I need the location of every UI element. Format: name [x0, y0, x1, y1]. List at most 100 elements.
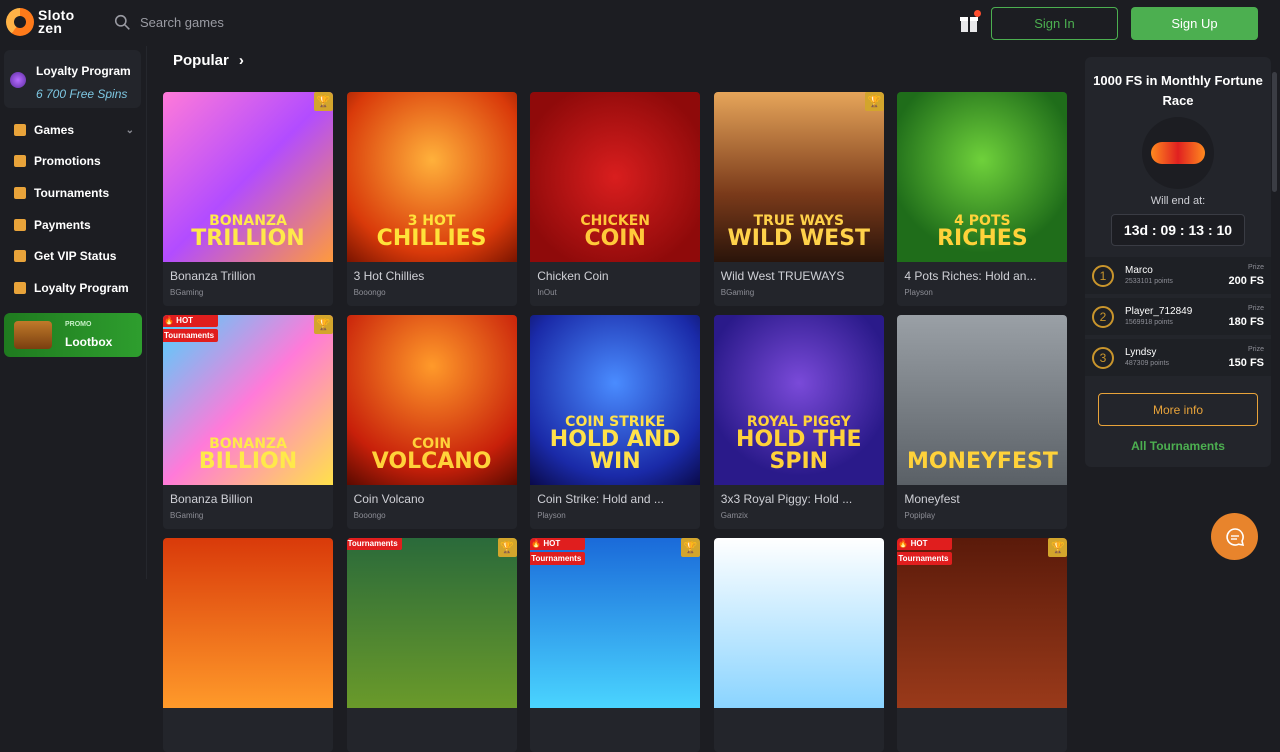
- game-card[interactable]: 🏆 🔥 HOT Tournaments: [897, 538, 1068, 752]
- sidebar-item-vip[interactable]: Get VIP Status: [0, 240, 146, 272]
- game-thumbnail[interactable]: [713, 538, 884, 708]
- sidebar-item-label: Promotions: [34, 154, 101, 169]
- game-thumbnail[interactable]: [163, 538, 333, 708]
- game-thumbnail[interactable]: CHICKEN COIN: [530, 92, 701, 262]
- logo[interactable]: Sloto zen: [6, 8, 75, 36]
- game-art-bottom: WILD WEST: [727, 226, 871, 251]
- badge: Tournaments: [346, 538, 402, 550]
- sidebar-item-payments[interactable]: Payments: [0, 209, 146, 241]
- game-thumbnail[interactable]: 3 HOT CHILLIES: [346, 92, 517, 262]
- trophy-icon: 🏆: [864, 92, 884, 111]
- game-art-bottom: HOLD THE SPIN: [736, 427, 862, 474]
- sidebar-item-promotions[interactable]: Promotions: [0, 146, 146, 178]
- badge: 🔥 HOT: [530, 538, 586, 550]
- rank-badge: 2: [1092, 306, 1114, 328]
- player-name: Lyndsy: [1125, 347, 1157, 358]
- game-card[interactable]: 🏆 🔥 HOT Tournaments: [530, 538, 701, 752]
- prize-label: Prize: [1248, 264, 1264, 271]
- tournament-panel: 1000 FS in Monthly Fortune Race Will end…: [1085, 57, 1271, 467]
- scrollbar[interactable]: [1272, 50, 1278, 579]
- sidebar-item-tournaments[interactable]: Tournaments: [0, 177, 146, 209]
- game-thumbnail[interactable]: TRUE WAYS WILD WEST: [713, 92, 884, 262]
- trophy-icon: 🏆: [681, 538, 701, 557]
- player-points: 487309 points: [1125, 360, 1169, 367]
- badge: Tournaments: [897, 552, 953, 565]
- game-card[interactable]: 4 POTS RICHES 4 Pots Riches: Hold an... Pla…: [897, 92, 1068, 306]
- game-thumbnail[interactable]: COIN STRIKE HOLD AND WIN: [530, 315, 701, 485]
- tournament-logo: [1142, 117, 1214, 189]
- game-art-text: CHICKEN COIN: [530, 214, 700, 250]
- game-card[interactable]: ROYAL PIGGY HOLD THE SPIN 3x3 Royal Piggy:…: [713, 315, 884, 529]
- game-card[interactable]: COIN STRIKE HOLD AND WIN Coin Strike: Hold…: [530, 315, 701, 529]
- sidebar-item-label: Games: [34, 122, 75, 137]
- lootbox-button[interactable]: PROMO Lootbox: [4, 313, 142, 357]
- search-input[interactable]: Search games: [114, 14, 224, 31]
- game-art-bottom: BILLION: [198, 449, 298, 474]
- game-badges: 🔥 HOT Tournaments: [163, 315, 219, 342]
- game-name: Coin Volcano: [353, 492, 425, 506]
- badge: Tournaments: [530, 552, 586, 565]
- game-thumbnail[interactable]: ROYAL PIGGY HOLD THE SPIN: [713, 315, 884, 485]
- game-art-text: BONANZA TRILLION: [163, 214, 333, 250]
- game-card[interactable]: BONANZA TRILLION Bonanza Trillion BGaming 🏆: [163, 92, 333, 306]
- game-name: Moneyfest: [904, 492, 960, 506]
- sidebar-item-label: Loyalty Program: [34, 280, 129, 295]
- sidebar-item-loyalty[interactable]: Loyalty Program: [0, 272, 146, 304]
- game-card[interactable]: 3 HOT CHILLIES 3 Hot Chillies Booongo: [346, 92, 517, 306]
- badge: Tournaments: [163, 329, 219, 342]
- game-name: Wild West TRUEWAYS: [720, 269, 845, 283]
- game-card[interactable]: [163, 538, 333, 752]
- game-thumbnail[interactable]: MONEYFEST: [897, 315, 1068, 485]
- game-art-text: TRUE WAYS WILD WEST: [714, 214, 884, 250]
- game-thumbnail[interactable]: COIN VOLCANO: [346, 315, 517, 485]
- game-card[interactable]: [713, 538, 884, 752]
- prize-value: 180 FS: [1228, 316, 1264, 328]
- game-provider: Gamzix: [720, 511, 748, 520]
- game-art-text: 4 POTS RICHES: [897, 214, 1067, 250]
- game-card[interactable]: 🏆 Tournaments: [346, 538, 517, 752]
- sign-up-button[interactable]: Sign Up: [1131, 7, 1258, 40]
- game-thumbnail[interactable]: [346, 538, 517, 708]
- game-card[interactable]: COIN VOLCANO Coin Volcano Booongo: [346, 315, 517, 529]
- game-provider: InOut: [537, 288, 557, 297]
- game-card[interactable]: CHICKEN COIN Chicken Coin InOut: [530, 92, 701, 306]
- game-thumbnail[interactable]: 4 POTS RICHES: [897, 92, 1068, 262]
- section-title-label: Popular: [173, 52, 229, 69]
- gift-icon: [14, 155, 26, 168]
- game-card[interactable]: BONANZA BILLION Bonanza Billion BGaming 🏆 🔥 H…: [163, 315, 333, 529]
- game-badges: 🔥 HOT Tournaments: [530, 538, 586, 565]
- section-title-popular[interactable]: Popular ›: [173, 52, 244, 69]
- player-name: Marco: [1125, 265, 1153, 276]
- diamond-icon: [14, 281, 26, 294]
- game-card[interactable]: MONEYFEST Moneyfest Popiplay: [897, 315, 1068, 529]
- tournament-end-label: Will end at:: [1150, 195, 1206, 207]
- leaderboard-row: 2 Player_712849 1569918 points Prize 180 FS: [1085, 298, 1271, 335]
- prize-label: Prize: [1248, 305, 1264, 312]
- chat-button[interactable]: [1211, 513, 1258, 560]
- player-points: 2533101 points: [1125, 278, 1173, 285]
- badge: 🔥 HOT: [897, 538, 953, 550]
- sidebar-item-games[interactable]: Games ⌄: [0, 114, 146, 146]
- notification-dot: [974, 10, 981, 17]
- loyalty-card[interactable]: Loyalty Program 6 700 Free Spins: [4, 50, 141, 108]
- scrollbar-thumb[interactable]: [1272, 72, 1277, 192]
- game-provider: Playson: [537, 511, 566, 520]
- game-badges: 🔥 HOT Tournaments: [897, 538, 953, 565]
- chest-icon: [14, 321, 52, 349]
- game-provider: Booongo: [353, 511, 386, 520]
- logo-line2: zen: [38, 20, 63, 36]
- game-thumbnail[interactable]: BONANZA TRILLION: [163, 92, 333, 262]
- game-card[interactable]: TRUE WAYS WILD WEST Wild West TRUEWAYS BGam…: [713, 92, 884, 306]
- loyalty-gem-icon: [10, 72, 26, 88]
- all-tournaments-link[interactable]: All Tournaments: [1085, 439, 1271, 453]
- more-info-button[interactable]: More info: [1098, 393, 1258, 426]
- search-placeholder: Search games: [140, 15, 224, 30]
- game-name: Bonanza Billion: [170, 492, 253, 506]
- rank-badge: 3: [1092, 347, 1114, 369]
- leaderboard-row: 1 Marco 2533101 points Prize 200 FS: [1085, 257, 1271, 294]
- game-art-bottom: MONEYFEST: [906, 449, 1058, 474]
- trophy-icon: 🏆: [314, 92, 333, 111]
- game-name: 4 Pots Riches: Hold an...: [904, 269, 1037, 283]
- sign-in-button[interactable]: Sign In: [991, 7, 1118, 40]
- game-art-bottom: TRILLION: [191, 226, 305, 251]
